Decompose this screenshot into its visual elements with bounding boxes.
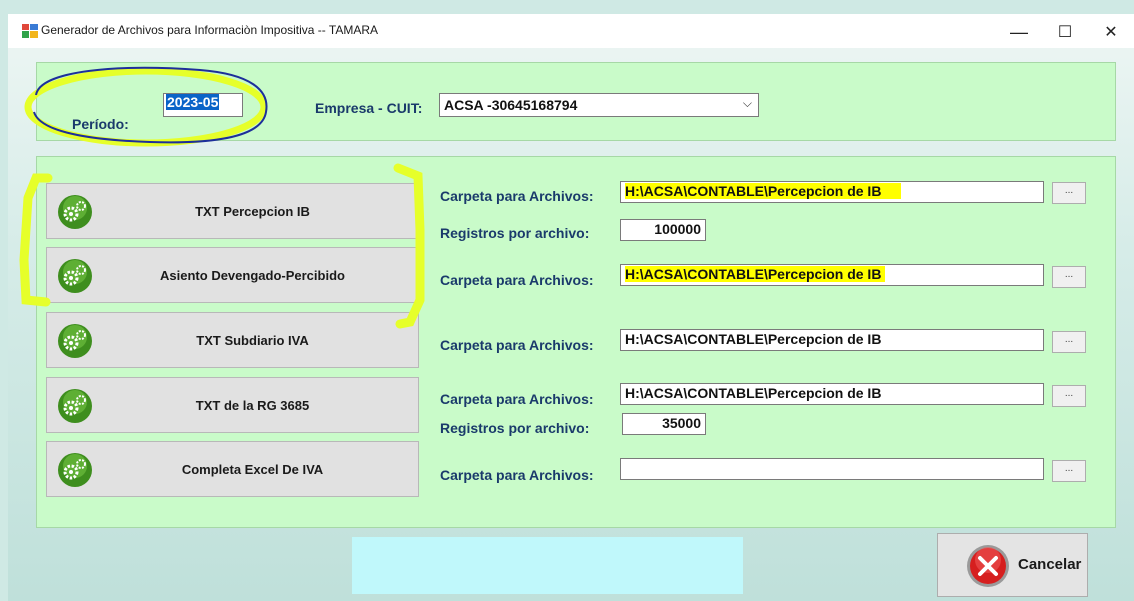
registros-input-1[interactable]: 100000 [620,219,706,241]
registros-input-4[interactable]: 35000 [622,413,706,435]
carpeta-value: H:\ACSA\CONTABLE\Percepcion de IB [625,331,882,347]
browse-button-1[interactable]: ... [1052,182,1086,204]
carpeta-input-2[interactable]: H:\ACSA\CONTABLE\Percepcion de IB [620,264,1044,286]
action-label: TXT Subdiario IVA [196,332,309,348]
title-bar: Generador de Archivos para Informaciòn I… [8,14,1134,48]
maximize-button[interactable]: ☐ [1042,18,1088,46]
empresa-select[interactable]: ACSA -30645168794 ⌵ [439,93,759,117]
carpeta-input-3[interactable]: H:\ACSA\CONTABLE\Percepcion de IB [620,329,1044,351]
carpeta-input-5[interactable] [620,458,1044,480]
action-label: Asiento Devengado-Percibido [160,267,345,283]
close-window-button[interactable]: ✕ [1088,18,1134,46]
carpeta-label: Carpeta para Archivos: [440,337,594,353]
browse-label: ... [1064,463,1074,474]
carpeta-input-4[interactable]: H:\ACSA\CONTABLE\Percepcion de IB [620,383,1044,405]
periodo-value: 2023-05 [166,94,220,110]
minimize-button[interactable]: — [996,18,1042,46]
cancel-label: Cancelar [1018,556,1082,573]
carpeta-value: H:\ACSA\CONTABLE\Percepcion de IB [625,266,886,282]
asiento-devengado-button[interactable]: Asiento Devengado-Percibido [46,247,419,303]
gears-icon [58,195,92,229]
carpeta-input-1[interactable]: H:\ACSA\CONTABLE\Percepcion de IB [620,181,1044,203]
close-icon: ✕ [1104,24,1118,41]
browse-button-3[interactable]: ... [1052,331,1086,353]
cancel-button[interactable]: Cancelar [937,533,1088,597]
carpeta-label: Carpeta para Archivos: [440,391,594,407]
empresa-value: ACSA -30645168794 [444,97,578,113]
app-icon [22,24,38,38]
action-label: Completa Excel De IVA [181,461,324,477]
txt-subdiario-iva-button[interactable]: TXT Subdiario IVA [46,312,419,368]
browse-button-4[interactable]: ... [1052,385,1086,407]
window-title: Generador de Archivos para Informaciòn I… [41,23,379,37]
carpeta-value: H:\ACSA\CONTABLE\Percepcion de IB [625,183,902,199]
txt-percepcion-ib-button[interactable]: TXT Percepcion IB [46,183,419,239]
carpeta-label: Carpeta para Archivos: [440,188,594,204]
registros-value: 100000 [654,221,701,237]
registros-label: Registros por archivo: [440,225,590,241]
registros-value: 35000 [662,415,701,431]
registros-label: Registros por archivo: [440,420,590,436]
action-label: TXT Percepcion IB [195,203,310,219]
gears-icon [58,324,92,358]
carpeta-value: H:\ACSA\CONTABLE\Percepcion de IB [625,385,882,401]
browse-label: ... [1064,334,1074,345]
gears-icon [58,259,92,293]
close-circle-icon [967,545,1009,587]
maximize-icon: ☐ [1057,24,1073,41]
completa-excel-iva-button[interactable]: Completa Excel De IVA [46,441,419,497]
browse-label: ... [1064,185,1074,196]
txt-rg-3685-button[interactable]: TXT de la RG 3685 [46,377,419,433]
gears-icon [58,389,92,423]
action-label: TXT de la RG 3685 [195,397,310,413]
chevron-down-icon: ⌵ [742,96,752,110]
browse-button-5[interactable]: ... [1052,460,1086,482]
gears-icon [58,453,92,487]
periodo-label: Período: [72,116,129,132]
carpeta-label: Carpeta para Archivos: [440,272,594,288]
empresa-label: Empresa - CUIT: [315,100,423,116]
minimize-icon: — [1010,21,1028,42]
browse-label: ... [1064,269,1074,280]
carpeta-label: Carpeta para Archivos: [440,467,594,483]
browse-button-2[interactable]: ... [1052,266,1086,288]
periodo-input[interactable]: 2023-05 [163,93,243,117]
status-box [352,537,743,594]
browse-label: ... [1064,388,1074,399]
